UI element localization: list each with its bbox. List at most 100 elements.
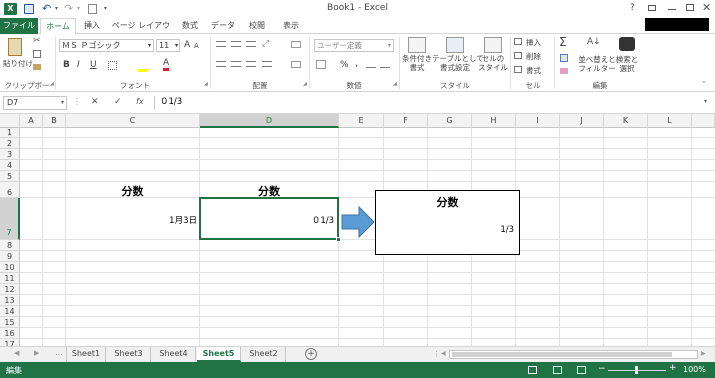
result-callout-box[interactable]: 分数 1/3	[375, 190, 520, 255]
row-header-15[interactable]: 15	[0, 317, 20, 328]
cut-icon[interactable]: ✂	[33, 36, 41, 46]
row-header-2[interactable]: 2	[0, 138, 20, 149]
column-header-f[interactable]: F	[384, 114, 428, 128]
scroll-left-icon[interactable]: ◀	[441, 350, 446, 357]
column-header-i[interactable]: I	[516, 114, 560, 128]
number-launcher-icon[interactable]: ◢	[393, 81, 397, 87]
cell-d7-selected[interactable]: ０1/3	[199, 197, 339, 240]
row-header-16[interactable]: 16	[0, 328, 20, 339]
insert-function-button[interactable]: fx	[136, 97, 144, 106]
cancel-edit-button[interactable]: ✕	[91, 97, 99, 107]
tab-split-handle-icon[interactable]: ⋮	[433, 350, 440, 358]
font-color-button[interactable]: A	[163, 58, 170, 71]
row-header-3[interactable]: 3	[0, 149, 20, 160]
delete-cells-button[interactable]: 削除	[526, 51, 541, 62]
customize-toolbar-icon[interactable]: ▾	[104, 5, 107, 12]
italic-button[interactable]: I	[77, 60, 80, 70]
column-header-k[interactable]: K	[604, 114, 648, 128]
conditional-formatting-button[interactable]: 条件付き 書式	[402, 54, 432, 72]
redo-icon[interactable]: ↷	[64, 2, 73, 15]
bold-button[interactable]: B	[63, 60, 70, 70]
increase-decimal-icon[interactable]	[366, 61, 376, 68]
format-as-table-icon[interactable]	[446, 37, 464, 53]
formula-input[interactable]: ０1/3	[154, 96, 710, 110]
align-top-icon[interactable]	[216, 41, 226, 47]
column-header-g[interactable]: G	[428, 114, 472, 128]
align-center-icon[interactable]	[231, 61, 241, 67]
maximize-icon[interactable]	[686, 4, 694, 11]
sheet-tab-sheet3[interactable]: Sheet3	[107, 347, 151, 362]
sheet-tab-sheet2[interactable]: Sheet2	[242, 347, 286, 362]
row-header-9[interactable]: 9	[0, 251, 20, 262]
font-name-select[interactable]: ＭＳ Ｐゴシック ▾	[59, 39, 154, 52]
insert-cells-button[interactable]: 挿入	[526, 37, 541, 48]
sheet-tab-sheet4[interactable]: Sheet4	[152, 347, 196, 362]
horizontal-scroll-thumb[interactable]	[452, 352, 672, 357]
column-header-c[interactable]: C	[66, 114, 200, 128]
collapse-ribbon-icon[interactable]: ⌃	[701, 80, 707, 88]
align-bottom-icon[interactable]	[246, 41, 256, 47]
save-icon[interactable]	[24, 4, 34, 14]
scroll-right-icon[interactable]: ▶	[701, 350, 706, 357]
account-area[interactable]	[645, 18, 709, 31]
decrease-decimal-icon[interactable]	[380, 61, 390, 68]
worksheet-grid[interactable]: A B C D E F G H I J K L 1 2 3 4 5 6 7 8 …	[0, 114, 715, 346]
undo-dropdown-icon[interactable]: ▾	[55, 5, 58, 12]
tab-data[interactable]: データ	[208, 18, 238, 34]
sheet-tab-sheet1[interactable]: Sheet1	[66, 347, 106, 362]
name-box[interactable]: D7 ▾	[3, 96, 67, 110]
page-layout-view-icon[interactable]	[553, 366, 562, 374]
tab-review[interactable]: 校閲	[242, 18, 272, 34]
print-preview-icon[interactable]	[88, 4, 97, 14]
normal-view-icon[interactable]	[528, 366, 537, 374]
binoculars-icon[interactable]	[619, 37, 635, 51]
conditional-formatting-icon[interactable]	[408, 37, 426, 53]
tab-view[interactable]: 表示	[276, 18, 306, 34]
tab-file[interactable]: ファイル	[0, 18, 38, 34]
page-break-view-icon[interactable]	[577, 366, 586, 374]
horizontal-scrollbar[interactable]	[449, 350, 698, 359]
zoom-out-icon[interactable]: −	[598, 364, 606, 374]
tab-home[interactable]: ホーム	[40, 18, 76, 35]
help-icon[interactable]: ?	[630, 3, 635, 13]
wrap-text-icon[interactable]	[291, 41, 301, 48]
align-right-icon[interactable]	[246, 61, 256, 67]
row-header-12[interactable]: 12	[0, 284, 20, 295]
align-left-icon[interactable]	[216, 61, 226, 67]
column-header-a[interactable]: A	[20, 114, 43, 128]
cell-styles-icon[interactable]	[484, 37, 502, 53]
copy-icon[interactable]	[33, 50, 41, 58]
ribbon-display-icon[interactable]	[648, 5, 656, 11]
format-as-table-button[interactable]: テーブルとして 書式設定	[432, 54, 484, 72]
zoom-in-icon[interactable]: +	[669, 363, 677, 373]
add-sheet-icon[interactable]: +	[305, 348, 317, 360]
tab-insert[interactable]: 挿入	[78, 18, 106, 34]
clipboard-launcher-icon[interactable]: ◢	[50, 81, 54, 87]
indent-icon[interactable]	[262, 61, 272, 67]
row-header-11[interactable]: 11	[0, 273, 20, 284]
row-header-7[interactable]: 7	[0, 198, 20, 240]
sort-filter-icon[interactable]: A↓	[587, 37, 601, 47]
insert-cells-icon[interactable]	[514, 38, 522, 45]
column-header-l[interactable]: L	[648, 114, 692, 128]
cell-c6[interactable]: 分数	[66, 182, 199, 198]
percent-button[interactable]: %	[340, 60, 349, 70]
shrink-font-button[interactable]: A	[194, 42, 199, 50]
zoom-level[interactable]: 100%	[683, 365, 706, 374]
tab-page-layout[interactable]: ページ レイアウト	[108, 18, 174, 45]
redo-dropdown-icon[interactable]: ▾	[77, 5, 80, 12]
minimize-icon[interactable]	[668, 9, 676, 10]
expand-formula-bar-icon[interactable]: ▾	[704, 98, 707, 105]
format-cells-icon[interactable]	[514, 66, 522, 73]
currency-icon[interactable]	[316, 60, 326, 69]
autosum-button[interactable]: Σ	[559, 35, 567, 49]
comma-button[interactable]: ,	[355, 58, 358, 69]
paste-icon[interactable]	[8, 38, 22, 56]
row-header-1[interactable]: 1	[0, 128, 20, 138]
paste-button[interactable]: 貼り付け	[3, 58, 33, 69]
merge-center-icon[interactable]	[291, 61, 301, 68]
row-header-8[interactable]: 8	[0, 240, 20, 251]
prev-sheet-icon[interactable]: ◀	[14, 349, 19, 357]
fill-icon[interactable]	[560, 54, 568, 62]
align-middle-icon[interactable]	[231, 41, 241, 47]
